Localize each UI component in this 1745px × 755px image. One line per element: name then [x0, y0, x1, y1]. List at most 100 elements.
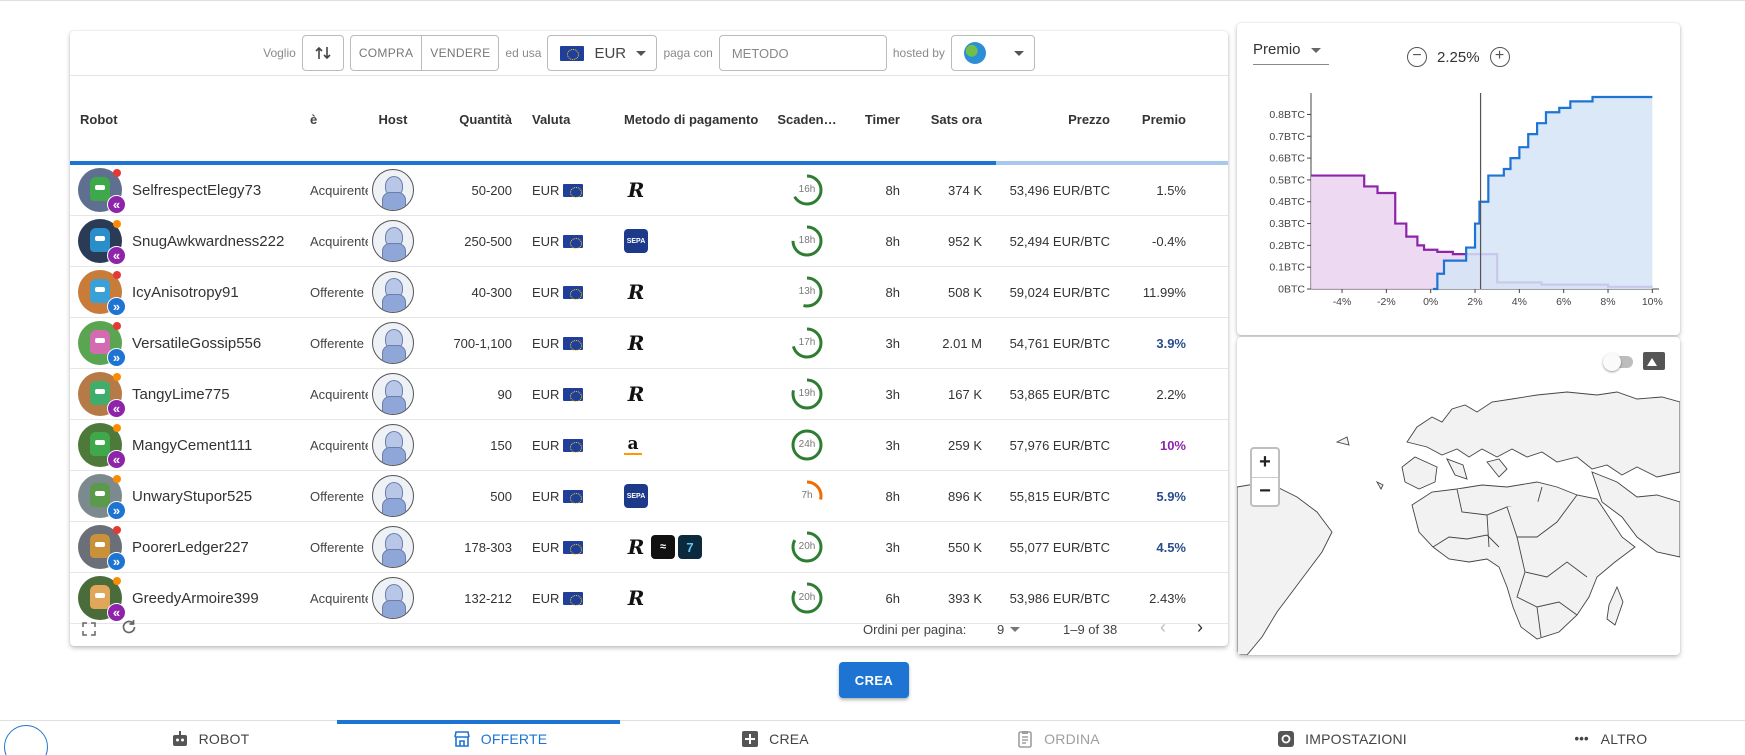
robot-avatar-eye: [95, 440, 105, 445]
tab-crea[interactable]: CREA: [665, 721, 885, 755]
vendere-toggle[interactable]: VENDERE: [421, 36, 498, 70]
amount: 178-303: [464, 539, 512, 555]
expiry-cell: 13h: [774, 275, 840, 309]
col-premium[interactable]: Premio: [1118, 112, 1198, 127]
col-robot[interactable]: Robot: [70, 112, 310, 127]
table-row[interactable]: » IcyAnisotropy91 Offerente 40-300 EUR R…: [70, 267, 1228, 318]
settings-icon: [1277, 730, 1295, 748]
rows-per-page-select[interactable]: 9: [997, 622, 1021, 637]
amount: 700-1,100: [453, 335, 512, 351]
robot-avatar[interactable]: «: [78, 372, 126, 418]
currency-code: EUR: [532, 233, 560, 249]
premium: 4.5%: [1156, 539, 1186, 555]
table-row[interactable]: « SnugAwkwardness222 Acquirente 250-500 …: [70, 216, 1228, 267]
payment-methods: SEPA: [602, 484, 774, 508]
rows-per-page-value: 9: [997, 622, 1005, 637]
map-tiles-toggle[interactable]: [1603, 353, 1633, 371]
amount: 40-300: [471, 284, 512, 300]
compra-toggle[interactable]: COMPRA: [351, 36, 421, 70]
col-price[interactable]: Prezzo: [984, 112, 1118, 127]
payment-method-input[interactable]: METODO: [718, 35, 887, 71]
tab-impostazioni-label: IMPOSTAZIONI: [1305, 730, 1407, 747]
buy-side-icon: «: [107, 195, 126, 214]
rows-per-page-label: Ordini per pagina:: [863, 622, 967, 637]
sats-now: 896 K: [948, 488, 982, 504]
robot-avatar[interactable]: »: [78, 270, 126, 316]
premium: 2.2%: [1156, 386, 1186, 402]
robot-avatar[interactable]: »: [78, 525, 126, 571]
tab-offerte[interactable]: OFFERTE: [390, 721, 610, 755]
robot-avatar[interactable]: «: [78, 168, 126, 214]
sell-side-icon: »: [107, 348, 126, 367]
order-type: Acquirente: [310, 182, 368, 198]
col-currency[interactable]: Valuta: [520, 112, 602, 127]
fullscreen-icon[interactable]: [82, 622, 98, 638]
next-page-icon[interactable]: ›: [1197, 617, 1203, 638]
tab-robot[interactable]: ROBOT: [100, 721, 320, 755]
currency-code: EUR: [532, 590, 560, 606]
revolut-icon: R: [627, 382, 645, 406]
expiry-value: 20h: [798, 541, 816, 552]
robot-cell: » PoorerLedger227: [70, 525, 310, 571]
robot-nickname: SnugAwkwardness222: [132, 232, 285, 250]
world-map-graphic: [1237, 391, 1680, 655]
y-tick-label: 0.6BTC: [1269, 153, 1305, 165]
host-select[interactable]: [950, 35, 1035, 71]
sell-side-icon: »: [107, 297, 126, 316]
col-is[interactable]: è: [310, 112, 368, 127]
col-amount[interactable]: Quantità: [418, 112, 520, 127]
price: 54,761 EUR/BTC: [1009, 335, 1110, 351]
world-map[interactable]: + −: [1237, 387, 1680, 655]
depth-chart: 0BTC 0.1BTC 0.2BTC 0.3BTC 0.4BTC 0.5BTC 0.6BTC…: [1269, 93, 1663, 308]
table-row[interactable]: » VersatileGossip556 Offerente 700-1,100…: [70, 318, 1228, 369]
table-row[interactable]: » PoorerLedger227 Offerente 178-303 EUR …: [70, 522, 1228, 573]
tab-impostazioni[interactable]: IMPOSTAZIONI: [1232, 721, 1452, 755]
robot-nickname: UnwaryStupor525: [132, 487, 253, 505]
eu-flag-icon: [563, 234, 584, 249]
host-avatar: [372, 373, 414, 415]
robot-avatar-eye: [95, 287, 105, 292]
refresh-icon[interactable]: [120, 618, 138, 641]
robot-nickname: MangyCement111: [132, 436, 253, 454]
buy-side-icon: «: [107, 246, 126, 265]
col-expiry[interactable]: Scaden…: [774, 112, 840, 127]
order-type: Offerente: [310, 284, 364, 300]
price: 57,976 EUR/BTC: [1009, 437, 1110, 453]
robosats-logo[interactable]: [4, 725, 48, 755]
price: 55,815 EUR/BTC: [1009, 488, 1110, 504]
robot-avatar[interactable]: «: [78, 576, 126, 622]
swap-button[interactable]: [301, 35, 344, 71]
table-row[interactable]: « MangyCement111 Acquirente 150 EUR a 24…: [70, 420, 1228, 471]
table-row[interactable]: » UnwaryStupor525 Offerente 500 EUR SEPA…: [70, 471, 1228, 522]
x-tick-label: 6%: [1556, 296, 1571, 308]
table-row[interactable]: « SelfrespectElegy73 Acquirente 50-200 E…: [70, 165, 1228, 216]
robot-avatar[interactable]: »: [78, 474, 126, 520]
col-payment[interactable]: Metodo di pagamento: [602, 112, 774, 127]
col-timer[interactable]: Timer: [840, 112, 906, 127]
robot-avatar[interactable]: «: [78, 423, 126, 469]
prev-page-icon[interactable]: ‹: [1160, 617, 1166, 638]
create-order-button[interactable]: CREA: [839, 662, 909, 698]
status-dot: [113, 373, 121, 381]
revolut-icon: R: [627, 178, 645, 202]
table-row[interactable]: « TangyLime775 Acquirente 90 EUR R 19h 3…: [70, 369, 1228, 420]
robot-nickname: TangyLime775: [132, 385, 230, 403]
expiry-value: 16h: [798, 184, 816, 195]
col-sats[interactable]: Sats ora: [906, 112, 984, 127]
currency-value: EUR: [594, 44, 627, 62]
currency-cell: EUR: [520, 285, 602, 300]
map-zoom-in-button[interactable]: +: [1252, 449, 1278, 477]
y-tick-label: 0.7BTC: [1269, 131, 1305, 143]
sats-now: 393 K: [948, 590, 982, 606]
currency-code: EUR: [532, 488, 560, 504]
expiry-value: 17h: [798, 337, 816, 348]
robot-nickname: GreedyArmoire399: [132, 589, 259, 607]
col-host[interactable]: Host: [368, 112, 418, 127]
robot-avatar[interactable]: »: [78, 321, 126, 367]
timer: 3h: [885, 386, 900, 402]
robot-avatar[interactable]: «: [78, 219, 126, 265]
currency-select[interactable]: EUR: [547, 35, 658, 71]
tab-altro[interactable]: ••• ALTRO: [1500, 721, 1720, 755]
map-zoom-out-button[interactable]: −: [1252, 477, 1278, 505]
buy-side-icon: «: [107, 450, 126, 469]
